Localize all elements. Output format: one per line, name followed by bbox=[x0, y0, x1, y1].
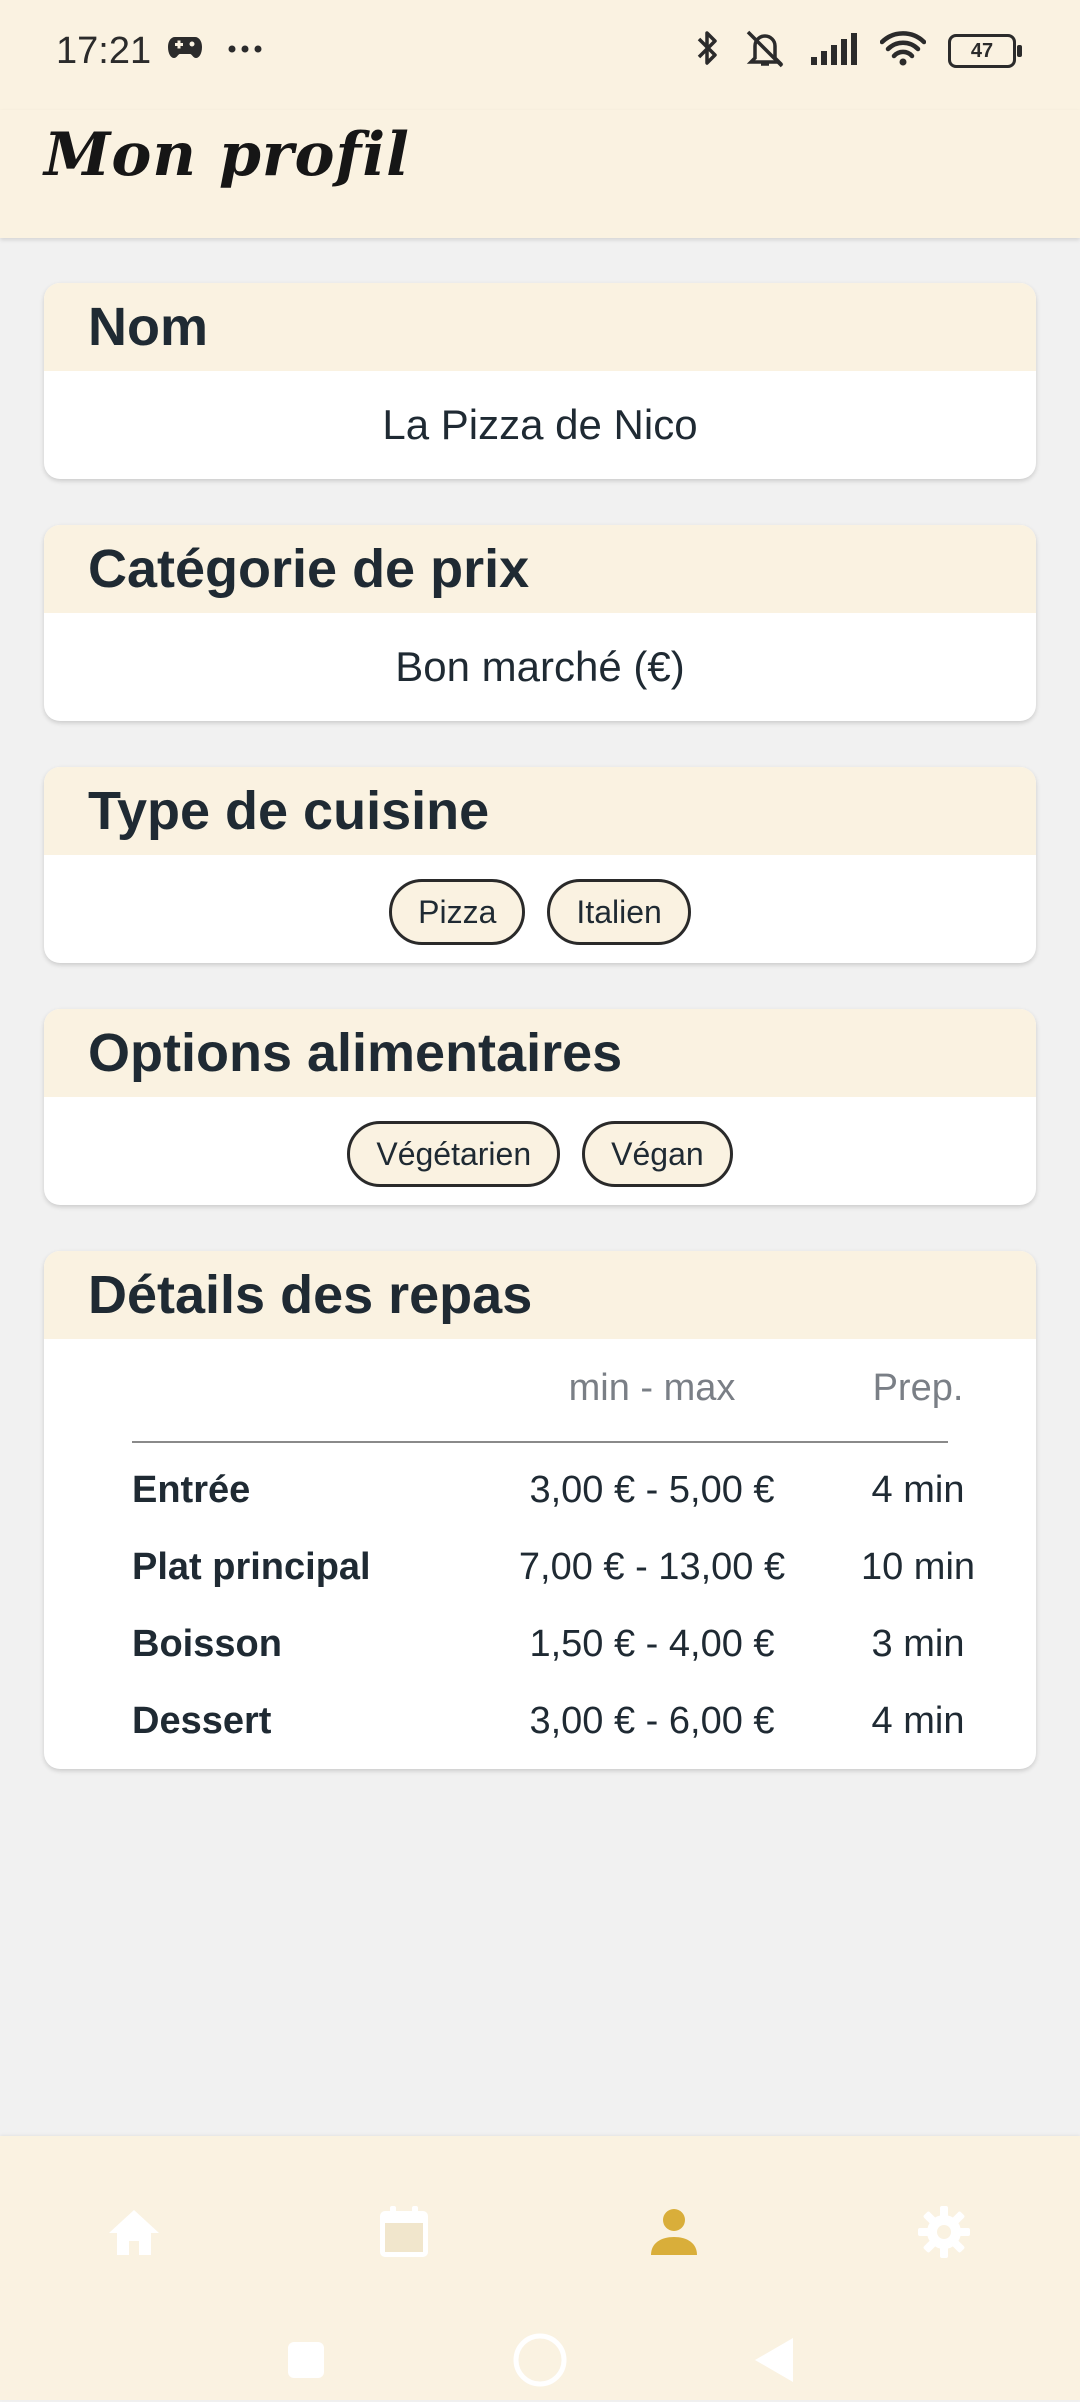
table-row: Boisson 1,50 € - 4,00 € 3 min bbox=[44, 1623, 1036, 1683]
meal-label: Plat principal bbox=[132, 1546, 371, 1588]
cuisine-chips: Pizza Italien bbox=[44, 855, 1036, 945]
dietary-chip: Végétarien bbox=[347, 1121, 561, 1187]
price-category-card: Catégorie de prix Bon marché (€) bbox=[44, 525, 1036, 721]
meal-prep-time: 4 min bbox=[871, 1700, 965, 1742]
status-bar: 17:21 47 bbox=[0, 0, 1080, 110]
status-right-icons: 47 bbox=[696, 28, 1022, 73]
restaurant-name-value: La Pizza de Nico bbox=[382, 401, 698, 448]
meal-label: Boisson bbox=[132, 1623, 282, 1665]
meal-details-title: Détails des repas bbox=[44, 1251, 1036, 1339]
person-icon bbox=[649, 2207, 699, 2262]
calendar-icon bbox=[378, 2205, 430, 2264]
system-recents-button[interactable] bbox=[256, 2322, 356, 2402]
nav-calendar[interactable] bbox=[334, 2174, 474, 2294]
dietary-chips: Végétarien Végan bbox=[44, 1097, 1036, 1187]
dietary-chip: Végan bbox=[582, 1121, 733, 1187]
bluetooth-icon bbox=[696, 28, 720, 73]
name-card: Nom La Pizza de Nico bbox=[44, 283, 1036, 479]
home-icon bbox=[107, 2207, 161, 2262]
name-card-title: Nom bbox=[44, 283, 1036, 371]
bell-mute-icon bbox=[742, 28, 788, 73]
gear-icon bbox=[916, 2204, 972, 2265]
battery-icon: 47 bbox=[948, 33, 1022, 68]
recents-square-icon bbox=[286, 2340, 326, 2385]
table-divider bbox=[132, 1441, 948, 1443]
table-row: Entrée 3,00 € - 5,00 € 4 min bbox=[44, 1469, 1036, 1529]
wifi-icon bbox=[879, 30, 927, 71]
page-title: Mon profil bbox=[44, 120, 410, 190]
game-controller-icon bbox=[168, 34, 202, 65]
back-triangle-icon bbox=[753, 2336, 795, 2389]
dietary-options-title: Options alimentaires bbox=[44, 1009, 1036, 1097]
meal-details-card: Détails des repas min - max Prep. Entrée… bbox=[44, 1251, 1036, 1769]
cuisine-type-card: Type de cuisine Pizza Italien bbox=[44, 767, 1036, 963]
meal-prep-time: 4 min bbox=[871, 1469, 965, 1511]
meal-label: Entrée bbox=[132, 1469, 251, 1511]
status-left-icons bbox=[168, 34, 262, 65]
meal-prep-time: 3 min bbox=[871, 1623, 965, 1665]
nav-profile[interactable] bbox=[604, 2174, 744, 2294]
signal-icon bbox=[810, 31, 858, 70]
meal-label: Dessert bbox=[132, 1700, 272, 1742]
nav-home[interactable] bbox=[64, 2174, 204, 2294]
nav-settings[interactable] bbox=[874, 2174, 1014, 2294]
status-time: 17:21 bbox=[56, 30, 152, 72]
home-circle-icon bbox=[512, 2332, 568, 2393]
more-dots-icon bbox=[228, 41, 262, 59]
bottom-navigation bbox=[0, 2136, 1080, 2400]
price-category-title: Catégorie de prix bbox=[44, 525, 1036, 613]
dietary-options-card: Options alimentaires Végétarien Végan bbox=[44, 1009, 1036, 1205]
cuisine-chip: Pizza bbox=[389, 879, 526, 945]
system-back-button[interactable] bbox=[724, 2322, 824, 2402]
cuisine-type-title: Type de cuisine bbox=[44, 767, 1036, 855]
table-row: Dessert 3,00 € - 6,00 € 4 min bbox=[44, 1700, 1036, 1760]
cuisine-chip: Italien bbox=[547, 879, 691, 945]
price-category-value: Bon marché (€) bbox=[395, 643, 685, 690]
column-header-prep: Prep. bbox=[872, 1367, 964, 1409]
system-home-button[interactable] bbox=[490, 2322, 590, 2402]
app-bar: Mon profil bbox=[0, 110, 1080, 238]
meal-prep-time: 10 min bbox=[860, 1546, 976, 1588]
table-row: Plat principal 7,00 € - 13,00 € 10 min bbox=[44, 1546, 1036, 1606]
